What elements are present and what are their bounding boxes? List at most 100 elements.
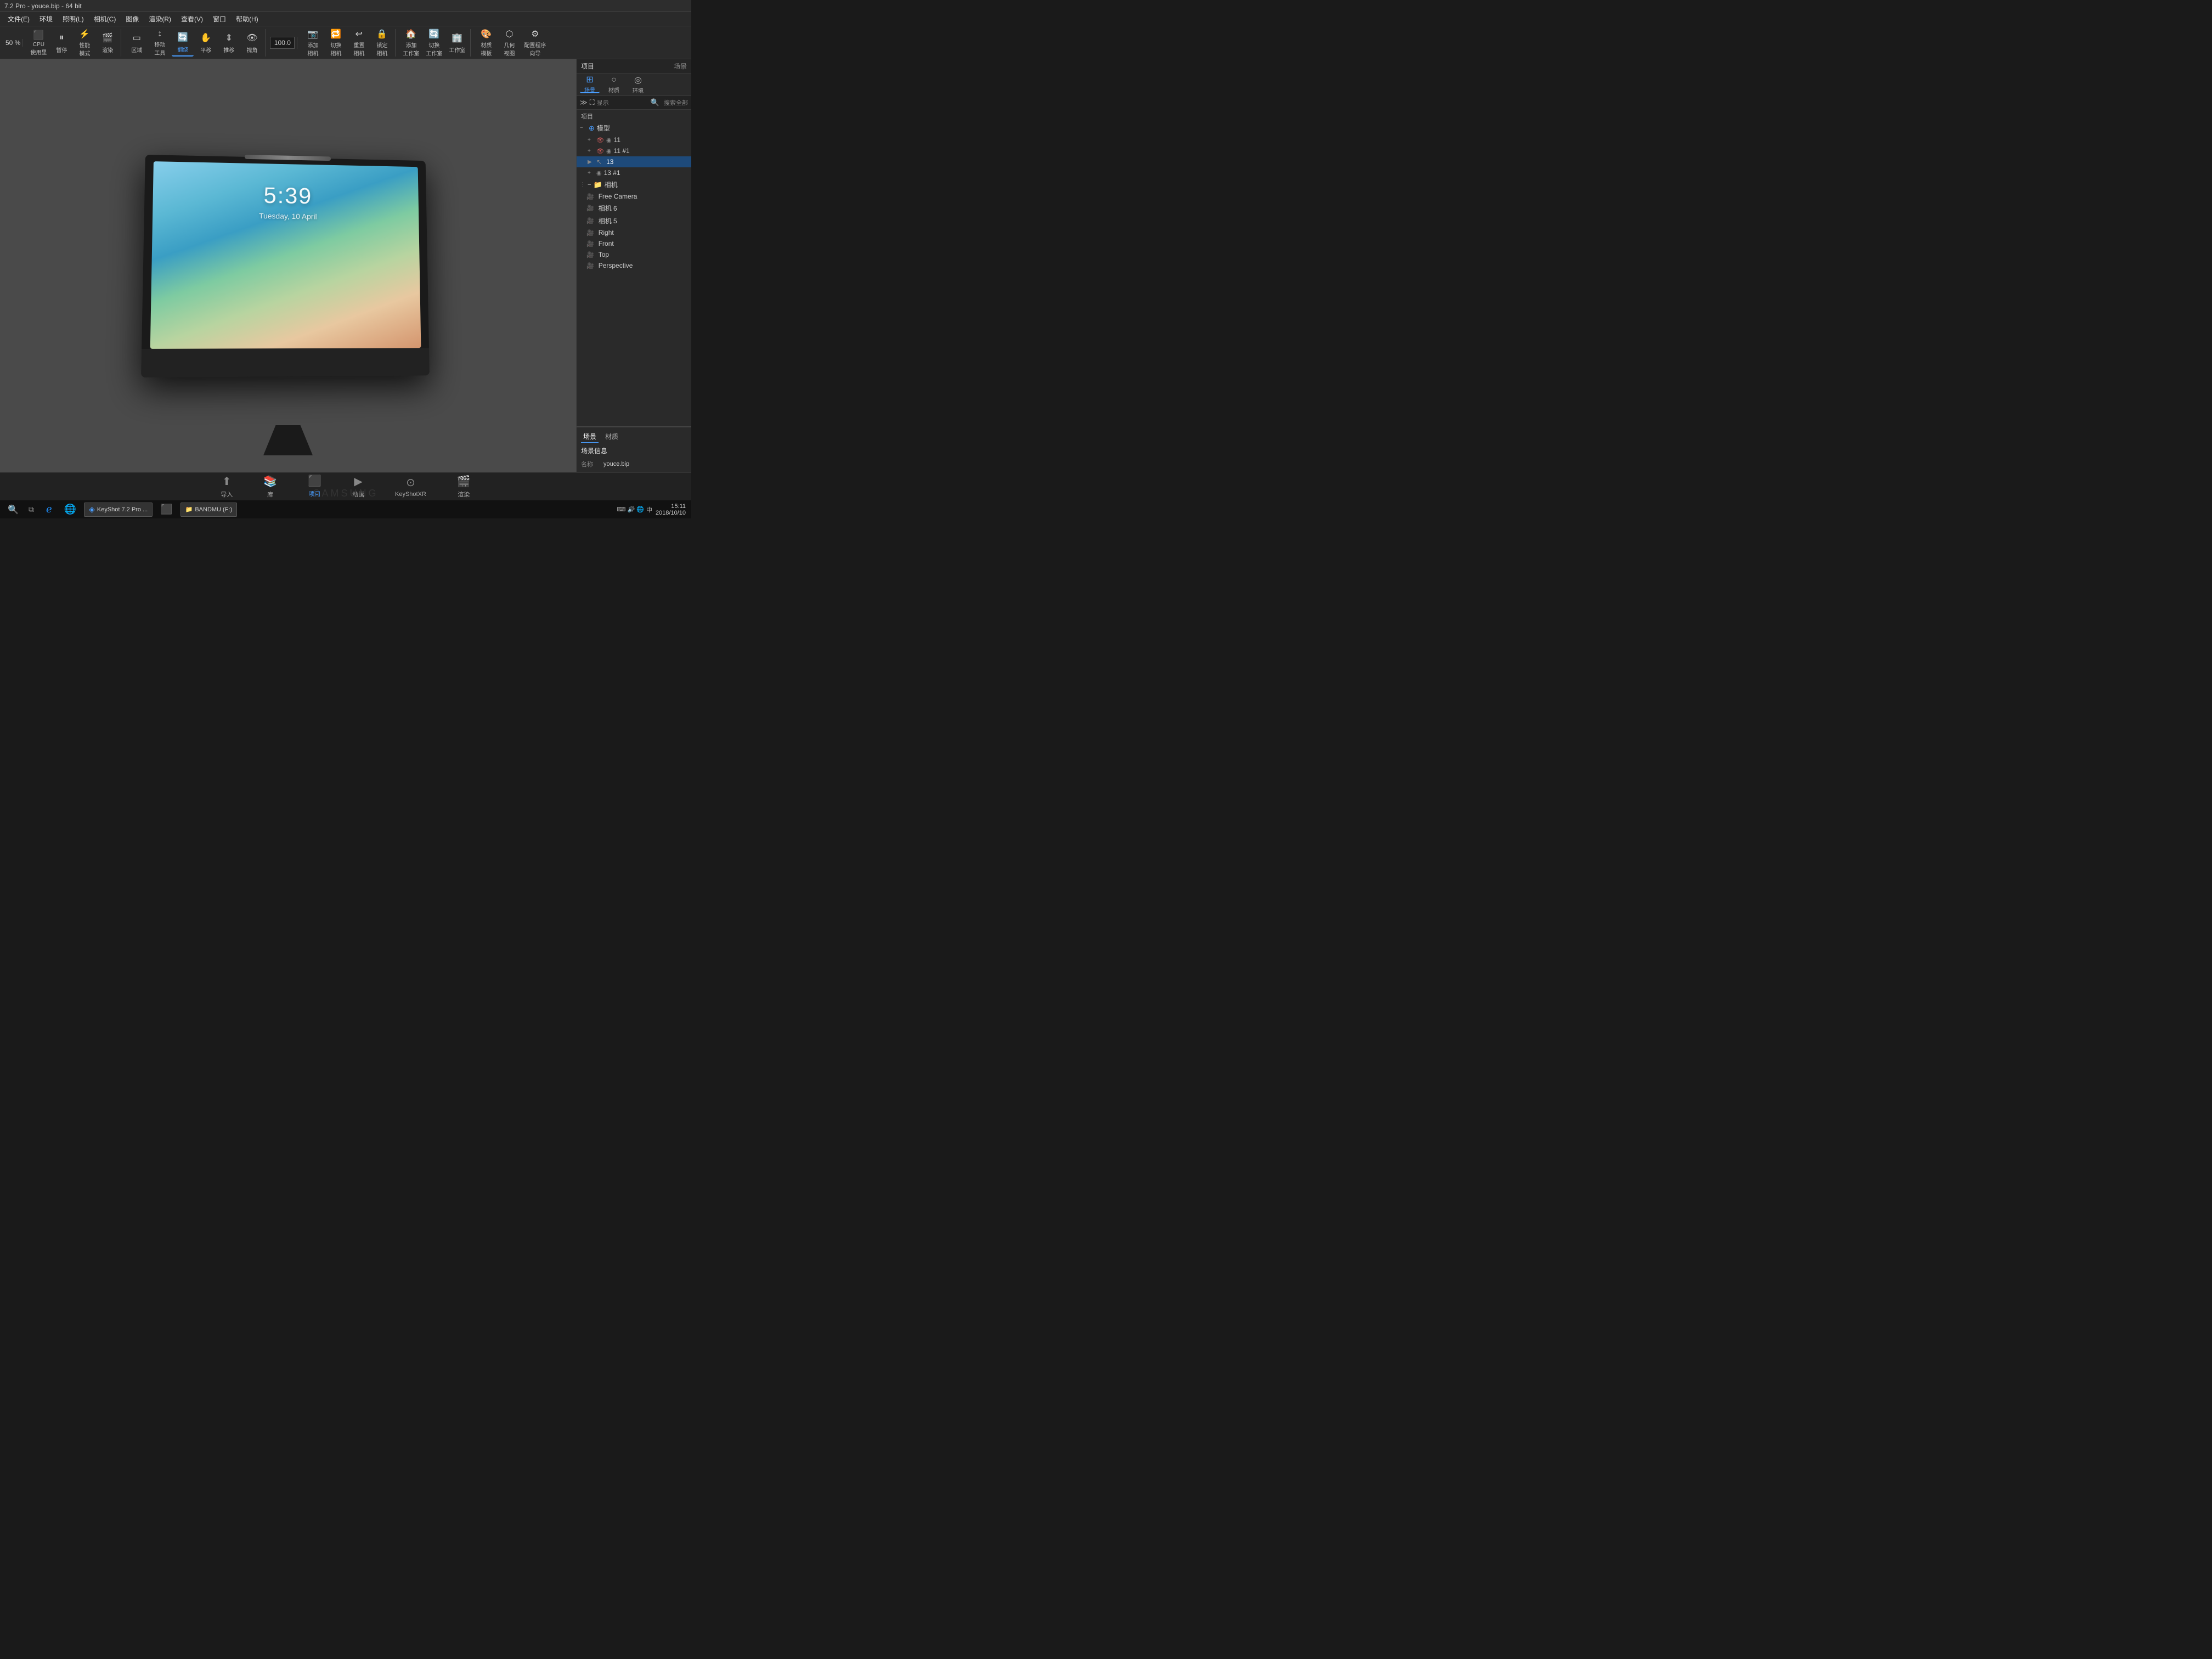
performance-btn[interactable]: ⚡ 性能模式 bbox=[74, 29, 95, 57]
search-btn[interactable]: 🔍 bbox=[5, 502, 21, 517]
camera-5[interactable]: 🎥 相机 5 bbox=[577, 215, 691, 227]
camera-6-label: 相机 6 bbox=[599, 204, 688, 213]
menu-item-帮助(H)[interactable]: 帮助(H) bbox=[232, 13, 263, 25]
edge-btn[interactable]: 🌐 bbox=[60, 503, 81, 517]
switch-camera-btn[interactable]: 🔁 切换相机 bbox=[325, 29, 347, 57]
dots-icon: ⋮ bbox=[580, 182, 585, 188]
toolbar-tools-group: ▭ 区域 ↕ 移动工具 🔄 翻绕 ✋ 平移 ⇕ 推移 👁 视角 bbox=[123, 29, 266, 57]
tree-item-13-1[interactable]: + ◉ 13 #1 bbox=[577, 167, 691, 178]
cpu-icon: ⬛ bbox=[32, 30, 45, 41]
push-btn[interactable]: ⇕ 推移 bbox=[218, 29, 240, 57]
geo-view-btn[interactable]: ⬡ 几何视图 bbox=[498, 29, 520, 57]
panel-top-row: 项目 场景 bbox=[577, 59, 691, 74]
menu-item-文件(E)[interactable]: 文件(E) bbox=[3, 13, 34, 25]
menu-item-图像[interactable]: 图像 bbox=[121, 13, 143, 25]
name-label: 名称 bbox=[581, 460, 600, 469]
menu-item-相机(C)[interactable]: 相机(C) bbox=[89, 13, 121, 25]
camera-6-icon: 🎥 bbox=[586, 205, 594, 212]
camera-right[interactable]: 🎥 Right bbox=[577, 227, 691, 238]
material-tab[interactable]: ○ 材质 bbox=[604, 76, 624, 93]
pan-btn[interactable]: ✋ 平移 bbox=[195, 29, 217, 57]
panel-project-label: 项目 bbox=[581, 61, 594, 71]
switch-studio-icon: 🔄 bbox=[427, 29, 441, 40]
green-app-btn[interactable]: ⬛ bbox=[156, 503, 177, 517]
camera-6[interactable]: 🎥 相机 6 bbox=[577, 202, 691, 215]
camera-perspective-label: Perspective bbox=[599, 262, 688, 269]
studio-btn[interactable]: 🏢 工作室 bbox=[446, 29, 468, 57]
pause-btn[interactable]: ⏸ 暂停 bbox=[50, 29, 72, 57]
scene-tab[interactable]: ⊞ 场景 bbox=[580, 76, 600, 93]
menu-item-渲染(R)[interactable]: 渲染(R) bbox=[144, 13, 176, 25]
render-bottom-label: 渲染 bbox=[458, 490, 470, 499]
filter-icon[interactable]: ⛶ bbox=[590, 98, 595, 107]
edge-icon: 🌐 bbox=[64, 504, 76, 515]
camera-perspective-icon: 🎥 bbox=[586, 262, 594, 269]
model-group-header[interactable]: − ⊕ 模型 bbox=[577, 122, 691, 134]
switch-studio-btn[interactable]: 🔄 切换工作室 bbox=[423, 29, 445, 57]
camera-top-label: Top bbox=[599, 251, 688, 258]
library-btn[interactable]: 📚 库 bbox=[259, 472, 281, 501]
material-template-btn[interactable]: 🎨 材质模板 bbox=[475, 29, 497, 57]
project-btn[interactable]: ⬛ 项目 bbox=[303, 472, 326, 501]
scene-info-title: 场景信息 bbox=[581, 446, 687, 455]
rotate-btn[interactable]: 🔄 翻绕 bbox=[172, 29, 194, 57]
add-camera-btn[interactable]: 📷 添加相机 bbox=[302, 29, 324, 57]
studio-icon: 🏢 bbox=[450, 31, 464, 44]
value-input[interactable] bbox=[270, 37, 295, 49]
item-11-1-cam-icon: ◉ bbox=[606, 148, 612, 155]
lower-scene-tab[interactable]: 场景 bbox=[581, 431, 599, 443]
windows-taskbar: 🔍 ⧉ ℯ 🌐 ◈ KeyShot 7.2 Pro ... ⬛ 📁 BANDMU… bbox=[0, 500, 691, 518]
keyshotxr-btn[interactable]: ⊙ KeyShotXR bbox=[391, 473, 431, 500]
camera-free[interactable]: 🎥 Free Camera bbox=[577, 191, 691, 202]
camera-right-icon: 🎥 bbox=[586, 229, 594, 236]
name-value: youce.bip bbox=[603, 461, 629, 467]
lock-camera-btn[interactable]: 🔒 锁定相机 bbox=[371, 29, 393, 57]
move-icon: ↕ bbox=[153, 29, 166, 39]
expand-all-icon[interactable]: ≫ bbox=[580, 98, 588, 107]
config-wizard-btn[interactable]: ⚙ 配置程序向导 bbox=[521, 29, 549, 57]
item-11-label: 11 bbox=[614, 136, 688, 144]
view-icon: 👁 bbox=[245, 31, 258, 44]
view-btn[interactable]: 👁 视角 bbox=[241, 29, 263, 57]
menu-item-查看(V)[interactable]: 查看(V) bbox=[177, 13, 207, 25]
render-btn[interactable]: 🎬 渲染 bbox=[97, 29, 119, 57]
area-btn[interactable]: ▭ 区域 bbox=[126, 29, 148, 57]
add-camera-icon: 📷 bbox=[306, 29, 319, 40]
reset-camera-btn[interactable]: ↩ 重置相机 bbox=[348, 29, 370, 57]
menu-item-窗口[interactable]: 窗口 bbox=[208, 13, 230, 25]
lower-material-tab[interactable]: 材质 bbox=[603, 431, 620, 443]
keyshot-taskbar-btn[interactable]: ◈ KeyShot 7.2 Pro ... bbox=[84, 503, 153, 517]
environment-tab[interactable]: ◎ 环境 bbox=[628, 76, 648, 93]
tree-item-11-1[interactable]: + 👁 ◉ 11 #1 bbox=[577, 145, 691, 156]
animation-btn[interactable]: ▶ 动画 bbox=[348, 472, 369, 501]
item-11-1-eye-icon: 👁 bbox=[596, 148, 604, 155]
camera-right-label: Right bbox=[599, 229, 688, 236]
camera-top[interactable]: 🎥 Top bbox=[577, 249, 691, 260]
ipad-scene: 5:39 Tuesday, 10 April bbox=[0, 59, 576, 472]
add-studio-btn[interactable]: 🏠 添加工作室 bbox=[400, 29, 422, 57]
cursor-icon: ↖ bbox=[596, 158, 602, 166]
camera-perspective[interactable]: 🎥 Perspective bbox=[577, 260, 691, 271]
import-btn[interactable]: ⬆ 导入 bbox=[216, 472, 237, 501]
add-studio-icon: 🏠 bbox=[404, 29, 417, 40]
lang-label: 中 bbox=[646, 505, 652, 514]
search-icon[interactable]: 🔍 bbox=[651, 98, 659, 107]
menu-item-环境[interactable]: 环境 bbox=[35, 13, 57, 25]
move-tool-btn[interactable]: ↕ 移动工具 bbox=[149, 29, 171, 57]
right-panel: 项目 场景 ⊞ 场景 ○ 材质 ◎ 环境 ≫ ⛶ 显示 🔍 搜索全部 bbox=[576, 59, 691, 472]
keyshotxr-icon: ⊙ bbox=[406, 476, 415, 489]
menu-item-照明(L)[interactable]: 照明(L) bbox=[58, 13, 88, 25]
camera-front[interactable]: 🎥 Front bbox=[577, 238, 691, 249]
ie-btn[interactable]: ℯ bbox=[42, 503, 57, 517]
viewport[interactable]: 5:39 Tuesday, 10 April bbox=[0, 59, 576, 472]
pan-icon: ✋ bbox=[199, 31, 212, 44]
task-view-btn[interactable]: ⧉ bbox=[24, 503, 38, 517]
camera-5-icon: 🎥 bbox=[586, 217, 594, 224]
tree-item-13[interactable]: ▶ ↖ 13 bbox=[577, 156, 691, 167]
lower-panel-tabs: 场景 材质 bbox=[581, 431, 687, 443]
bandmu-btn[interactable]: 📁 BANDMU (F:) bbox=[180, 503, 238, 517]
render-bottom-btn[interactable]: 🎬 渲染 bbox=[453, 472, 475, 501]
camera-front-icon: 🎥 bbox=[586, 240, 594, 247]
cpu-usage-btn[interactable]: ⬛ CPU使用里 bbox=[27, 29, 49, 57]
tree-item-11[interactable]: + 👁 ◉ 11 bbox=[577, 134, 691, 145]
